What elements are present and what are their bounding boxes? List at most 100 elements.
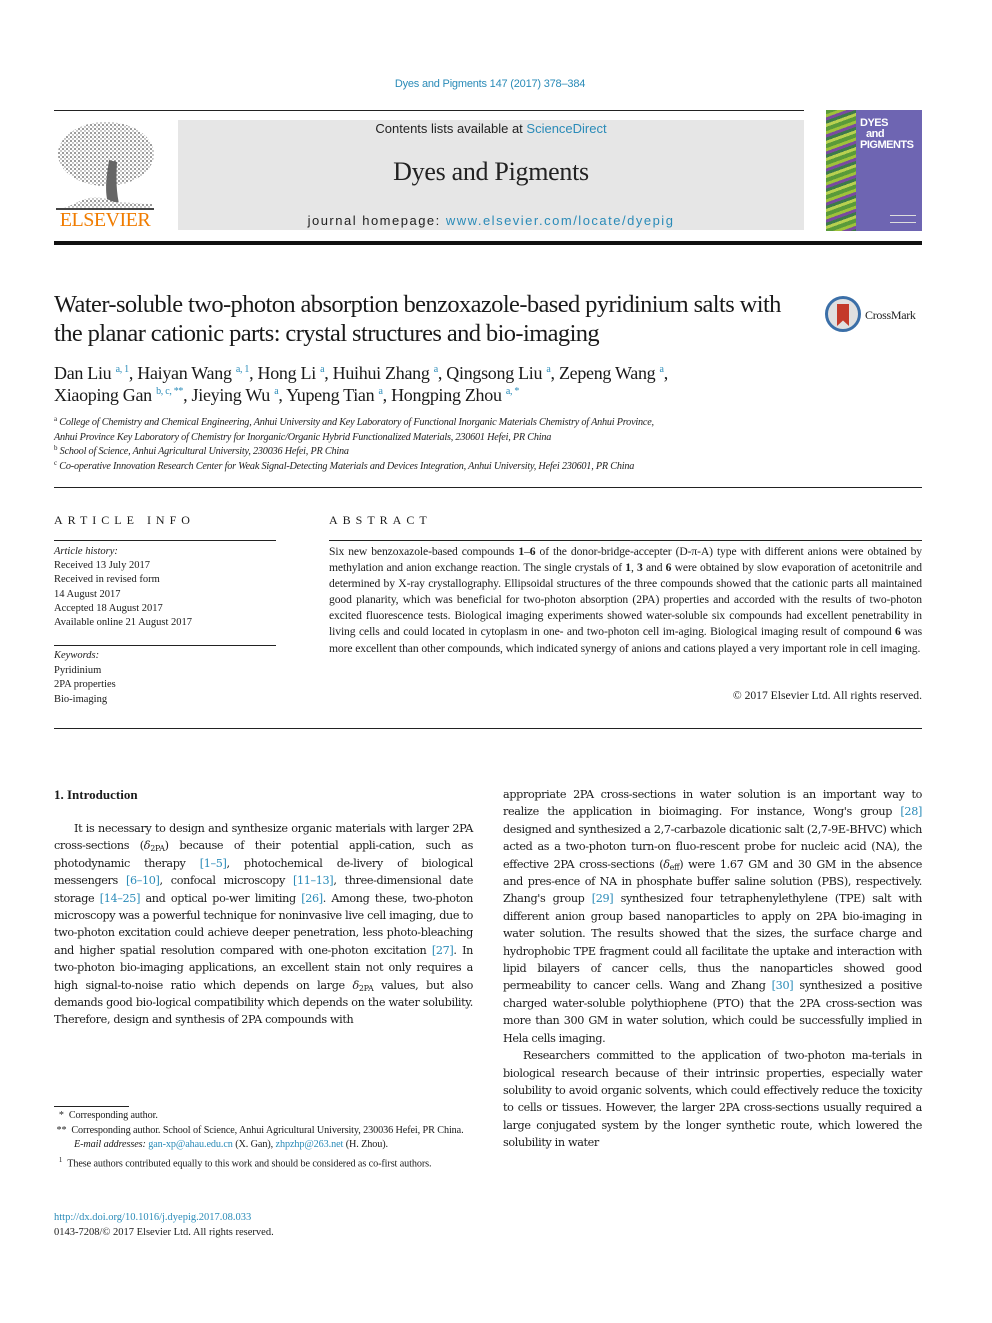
homepage-link[interactable]: www.elsevier.com/locate/dyepig <box>446 213 675 228</box>
keyword[interactable]: 2PA properties <box>54 678 276 693</box>
author-name[interactable]: Jieying Wu <box>192 385 271 405</box>
author-name[interactable]: Xiaoping Gan <box>54 385 152 405</box>
citation-link[interactable]: [29] <box>592 892 614 905</box>
header-top-rule <box>54 110 804 111</box>
elsevier-tree-icon <box>56 122 154 210</box>
author-affiliation-marker[interactable]: a, * <box>506 386 520 397</box>
email-label: E-mail addresses: <box>74 1139 146 1150</box>
author[interactable]: Yupeng Tian a <box>286 385 383 405</box>
author-affiliation-marker[interactable]: a <box>274 386 278 397</box>
author[interactable]: Dan Liu a, 1 <box>54 363 129 383</box>
author-affiliation-marker[interactable]: a <box>660 364 664 375</box>
author[interactable]: Hong Li a <box>258 363 325 383</box>
citation-link[interactable]: [14–25] <box>100 892 141 905</box>
keyword[interactable]: Pyridinium <box>54 664 276 679</box>
abstract-rule <box>329 540 922 541</box>
journal-reference-link[interactable]: Dyes and Pigments 147 (2017) 378–384 <box>0 78 980 90</box>
citation-link[interactable]: [26] <box>301 892 323 905</box>
affiliation-text: Anhui Province Key Laboratory of Chemist… <box>54 431 552 443</box>
citation-link[interactable]: [28] <box>900 805 922 818</box>
email-link[interactable]: zhpzhp@263.net <box>276 1139 344 1150</box>
article-info-heading: ARTICLE INFO <box>54 513 195 527</box>
footnote-text: Corresponding author. School of Science,… <box>71 1124 464 1136</box>
author-name[interactable]: Hong Li <box>258 363 317 383</box>
journal-cover-thumbnail[interactable]: DYES and PIGMENTS <box>826 110 922 231</box>
footnote-corresponding: * Corresponding author. <box>54 1109 473 1124</box>
author-name[interactable]: Haiyan Wang <box>137 363 232 383</box>
elsevier-wordmark: ELSEVIER <box>59 209 151 231</box>
author[interactable]: Hongping Zhou a, * <box>391 385 519 405</box>
affiliation-key: b <box>54 444 58 452</box>
author-affiliation-marker[interactable]: a, 1 <box>236 364 250 375</box>
author[interactable]: Xiaoping Gan b, c, ** <box>54 385 183 405</box>
author-name[interactable]: Hongping Zhou <box>391 385 502 405</box>
cover-title-line: PIGMENTS <box>860 139 914 151</box>
author-affiliation-marker[interactable]: a, 1 <box>116 364 130 375</box>
math-subscript: 2PA <box>150 844 165 854</box>
crossmark-ribbon <box>837 304 849 326</box>
footnote-corresponding-2: ** Corresponding author. School of Scien… <box>54 1124 473 1139</box>
footnote-emails: E-mail addresses: gan-xp@ahau.edu.cn (X.… <box>74 1139 388 1150</box>
intro-paragraph: appropriate 2PA cross-sections in water … <box>503 786 922 1047</box>
author-name[interactable]: Huihui Zhang <box>333 363 430 383</box>
footnote-rule <box>54 1106 129 1107</box>
author-name[interactable]: Yupeng Tian <box>286 385 375 405</box>
abstract-bottom-rule <box>54 728 922 729</box>
history-item: Accepted 18 August 2017 <box>54 602 163 614</box>
author[interactable]: Zepeng Wang a <box>559 363 664 383</box>
author-name[interactable]: Zepeng Wang <box>559 363 656 383</box>
citation-link[interactable]: [1–5] <box>200 857 227 870</box>
email-owner: (H. Zhou). <box>345 1139 388 1150</box>
footnote-mark: 1 <box>58 1155 63 1164</box>
keywords-rule <box>54 645 276 646</box>
keywords: Keywords: Pyridinium 2PA properties Bio-im… <box>54 649 276 707</box>
header-thick-rule <box>54 241 922 245</box>
author-affiliation-marker[interactable]: b, c, ** <box>156 386 183 397</box>
journal-masthead: Contents lists available at ScienceDirec… <box>178 120 804 230</box>
footnote-text: Corresponding author. <box>68 1110 158 1121</box>
author[interactable]: Haiyan Wang a, 1 <box>137 363 249 383</box>
author-affiliation-marker[interactable]: a <box>320 364 324 375</box>
citation-link[interactable]: [30] <box>772 979 794 992</box>
contents-line: Contents lists available at ScienceDirec… <box>178 121 804 136</box>
doi-block: http://dx.doi.org/10.1016/j.dyepig.2017.… <box>54 1211 473 1240</box>
text-fragment: appropriate 2PA cross-sections in water … <box>503 788 922 819</box>
doi-link[interactable]: http://dx.doi.org/10.1016/j.dyepig.2017.… <box>54 1211 473 1226</box>
author-affiliation-marker[interactable]: a <box>546 364 550 375</box>
issn-copyright: 0143-7208/© 2017 Elsevier Ltd. All right… <box>54 1226 274 1238</box>
footnote-text: These authors contributed equally to thi… <box>67 1157 432 1169</box>
history-label: Article history: <box>54 546 118 557</box>
citation-link[interactable]: [11–13] <box>293 874 334 887</box>
citation-link[interactable]: [27] <box>432 944 454 957</box>
author-name[interactable]: Dan Liu <box>54 363 112 383</box>
author-affiliation-marker[interactable]: a <box>379 386 383 397</box>
email-link[interactable]: gan-xp@ahau.edu.cn <box>148 1139 233 1150</box>
abstract-text: Six new benzoxazole-based compounds 1–6 … <box>329 544 922 657</box>
keyword[interactable]: Bio-imaging <box>54 693 276 708</box>
article-history: Article history: Received 13 July 2017 Re… <box>54 545 276 630</box>
sciencedirect-link[interactable]: ScienceDirect <box>526 121 606 136</box>
cover-publisher-mark <box>890 215 916 223</box>
section-heading-introduction: 1. Introduction <box>54 787 138 802</box>
history-list: Received 13 July 2017 Received in revised… <box>54 559 276 630</box>
body-column-right: appropriate 2PA cross-sections in water … <box>503 786 922 1152</box>
author[interactable]: Qingsong Liu a <box>446 363 551 383</box>
abstract-heading: ABSTRACT <box>329 513 432 527</box>
footnote-mark: * <box>58 1110 64 1121</box>
contents-prefix: Contents lists available at <box>375 121 527 136</box>
journal-homepage: journal homepage: www.elsevier.com/locat… <box>178 213 804 228</box>
author-name[interactable]: Qingsong Liu <box>446 363 542 383</box>
article-info-rule <box>54 540 276 541</box>
affiliation: c Co-operative Innovation Research Cente… <box>54 459 854 475</box>
author[interactable]: Huihui Zhang a <box>333 363 439 383</box>
author[interactable]: Jieying Wu a <box>192 385 279 405</box>
affiliation-key: a <box>54 415 57 423</box>
elsevier-logo[interactable]: ELSEVIER <box>54 120 156 232</box>
intro-paragraph: It is necessary to design and synthesize… <box>54 820 473 1029</box>
intro-paragraph: Researchers committed to the application… <box>503 1049 922 1150</box>
crossmark-button[interactable]: CrossMark <box>825 296 925 336</box>
citation-link[interactable]: [6–10] <box>126 874 160 887</box>
author-affiliation-marker[interactable]: a <box>434 364 438 375</box>
abstract-copyright: © 2017 Elsevier Ltd. All rights reserved… <box>732 689 922 702</box>
math-symbol: δ2PA <box>144 839 165 854</box>
